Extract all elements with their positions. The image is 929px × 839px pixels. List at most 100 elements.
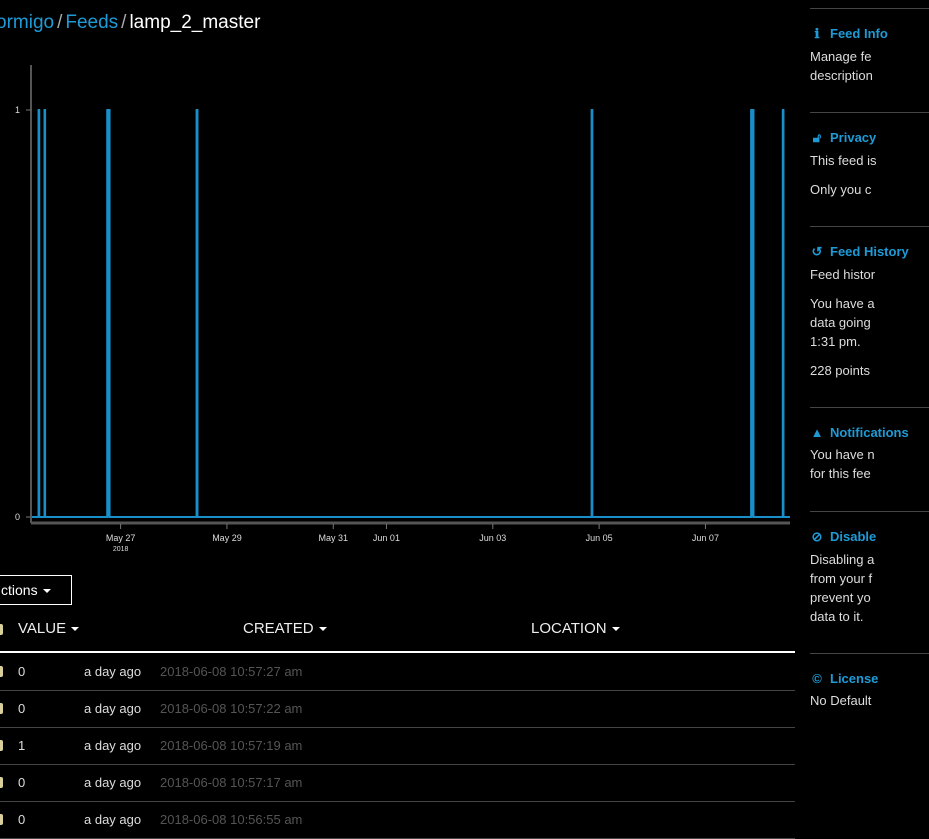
text: from your f [810,571,873,586]
text: Manage fe [810,49,872,64]
breadcrumb-feed: lamp_2_master [129,12,261,33]
x-tick-label: May 29 [212,533,242,543]
breadcrumb: ormigo / Feeds / lamp_2_master [0,12,260,34]
actions-button[interactable]: ctions [0,575,72,605]
section-title: License [830,671,879,686]
table-row[interactable]: 0 a day ago 2018-06-08 10:56:55 am [0,801,795,839]
breadcrumb-feeds[interactable]: Feeds [65,12,118,33]
section-feed-info: ℹ Feed Info Manage fe description [810,26,929,85]
text: You have a [810,296,875,311]
header-value-label: VALUE [18,620,67,637]
header-location-label: LOCATION [531,620,607,637]
x-tick-label: May 27 [106,533,136,543]
caret-down-icon [318,627,327,632]
section-feed-history: ↺ Feed History Feed histor You have a dat… [810,244,929,380]
series-line [32,109,790,518]
row-created-timestamp: 2018-06-08 10:57:19 am [160,738,303,753]
table-row[interactable]: 0 a day ago 2018-06-08 10:57:17 am [0,764,795,802]
section-title: Feed History [830,244,909,259]
divider [810,226,929,227]
row-value: 0 [18,775,26,790]
table-row[interactable]: 1 a day ago 2018-06-08 10:57:19 am [0,727,795,765]
text: No Default [810,693,872,708]
row-checkbox[interactable] [0,703,3,714]
header-created[interactable]: CREATED [243,620,327,637]
text: data going [810,315,871,330]
row-checkbox[interactable] [0,777,3,788]
text: 228 points [810,363,870,378]
x-tick-label: May 31 [319,533,349,543]
text: You have n [810,447,875,462]
row-created-relative: a day ago [84,664,142,679]
row-checkbox[interactable] [0,814,3,825]
section-notifications: ▲ Notifications You have n for this fee [810,425,929,483]
history-icon: ↺ [811,244,823,259]
unlock-icon: 🔓︎ [812,130,822,145]
text: prevent yo [810,590,871,605]
section-title: Notifications [830,425,909,440]
row-created-relative: a day ago [84,701,142,716]
actions-label: ctions [1,582,38,598]
spike-bar [37,110,41,517]
select-all-checkbox[interactable] [0,624,3,635]
divider [810,8,929,9]
feed-chart[interactable]: 0 1 May 27 May 29 May 31 Jun 01 Jun 03 Jun 05 Ju… [0,55,800,565]
x-tick-label: Jun 07 [692,533,719,543]
section-privacy: 🔓︎ Privacy This feed is Only you c [810,130,929,199]
section-disable: ⊘ Disable Disabling a from your f prevent… [810,529,929,626]
x-tick-label: Jun 03 [479,533,506,543]
caret-down-icon [42,589,51,594]
x-tick-label: Jun 01 [373,533,400,543]
info-icon: ℹ [814,26,820,41]
ban-icon: ⊘ [811,529,823,544]
warning-icon: ▲ [810,425,824,440]
text: This feed is [810,153,877,168]
copyright-icon: © [812,671,822,686]
row-created-timestamp: 2018-06-08 10:57:27 am [160,664,303,679]
spike-bar [195,110,199,517]
row-created-timestamp: 2018-06-08 10:57:22 am [160,701,303,716]
row-created-timestamp: 2018-06-08 10:56:55 am [160,812,303,827]
spike-bar [781,110,785,517]
x-tick-label: Jun 05 [586,533,613,543]
row-value: 0 [18,701,26,716]
row-created-relative: a day ago [84,738,142,753]
row-value: 0 [18,664,26,679]
breadcrumb-separator: / [57,12,63,33]
text: Disabling a [810,552,875,567]
section-title: Privacy [830,130,877,145]
divider [810,653,929,654]
divider [810,112,929,113]
text: description [810,68,873,83]
breadcrumb-owner[interactable]: ormigo [0,12,54,33]
caret-down-icon [611,627,620,632]
text: Only you c [810,182,872,197]
y-tick-label: 1 [15,105,20,115]
text: data to it. [810,609,864,624]
row-checkbox[interactable] [0,740,3,751]
section-title: Feed Info [830,26,888,41]
divider [810,407,929,408]
spike-bar [750,110,755,517]
spike-bar [106,110,111,517]
text: Feed histor [810,267,876,282]
header-created-label: CREATED [243,620,314,637]
table-row[interactable]: 0 a day ago 2018-06-08 10:57:22 am [0,690,795,728]
row-checkbox[interactable] [0,666,3,677]
row-created-relative: a day ago [84,775,142,790]
spike-bar [590,110,594,517]
table-row[interactable]: 0 a day ago 2018-06-08 10:57:27 am [0,653,795,691]
section-license: © License No Default [810,671,929,710]
header-value[interactable]: VALUE [18,620,80,637]
header-location[interactable]: LOCATION [531,620,620,637]
text: for this fee [810,466,871,481]
text: 1:31 pm. [810,334,861,349]
spike-bar [43,110,47,517]
x-year-label: 2018 [113,546,129,553]
y-tick-label: 0 [15,512,20,522]
breadcrumb-separator: / [121,12,127,33]
row-value: 1 [18,738,26,753]
caret-down-icon [71,627,80,632]
section-title: Disable [830,529,877,544]
row-value: 0 [18,812,26,827]
